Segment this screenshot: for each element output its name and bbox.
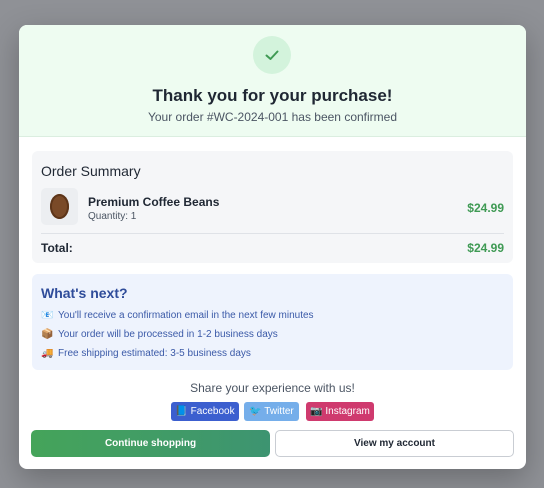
- order-confirmation-modal: Thank you for your purchase! Your order …: [19, 25, 526, 469]
- whats-next-card: What's next? 📧 You'll receive a confirmat…: [32, 274, 513, 370]
- product-name: Premium Coffee Beans: [88, 195, 220, 209]
- share-prompt: Share your experience with us!: [190, 381, 355, 395]
- product-thumbnail: [41, 188, 78, 225]
- next-step-text: Your order will be processed in 1-2 busi…: [58, 329, 278, 340]
- instagram-share-button[interactable]: 📷 Instagram: [306, 402, 374, 421]
- next-step-item: 📦 Your order will be processed in 1-2 bus…: [41, 329, 278, 340]
- total-label: Total:: [41, 241, 73, 255]
- next-step-text: Free shipping estimated: 3-5 business da…: [58, 348, 251, 359]
- next-step-text: You'll receive a confirmation email in t…: [58, 310, 314, 321]
- coffee-bean-icon: [50, 194, 69, 219]
- product-quantity: Quantity: 1: [88, 211, 137, 222]
- twitter-share-button[interactable]: 🐦 Twitter: [244, 402, 299, 421]
- confirmation-subtitle: Your order #WC-2024-001 has been confirm…: [147, 110, 398, 124]
- success-badge: [253, 36, 291, 74]
- whats-next-title: What's next?: [41, 285, 128, 301]
- package-icon: 📦: [41, 329, 54, 340]
- email-icon: 📧: [41, 310, 54, 321]
- next-step-item: 🚚 Free shipping estimated: 3-5 business d…: [41, 348, 251, 359]
- facebook-share-button[interactable]: 📘 Facebook: [171, 402, 239, 421]
- order-summary-card: Order Summary Premium Coffee Beans Quant…: [32, 151, 513, 263]
- check-icon: [265, 50, 279, 60]
- order-summary-title: Order Summary: [41, 163, 141, 179]
- product-price: $24.99: [467, 201, 504, 215]
- view-account-button[interactable]: View my account: [275, 430, 514, 457]
- continue-shopping-button[interactable]: Continue shopping: [31, 430, 270, 457]
- summary-divider: [41, 233, 504, 234]
- total-value: $24.99: [467, 241, 504, 255]
- confirmation-title: Thank you for your purchase!: [152, 86, 393, 105]
- confirmation-header: Thank you for your purchase! Your order …: [19, 25, 526, 137]
- truck-icon: 🚚: [41, 348, 54, 359]
- next-step-item: 📧 You'll receive a confirmation email in …: [41, 310, 314, 321]
